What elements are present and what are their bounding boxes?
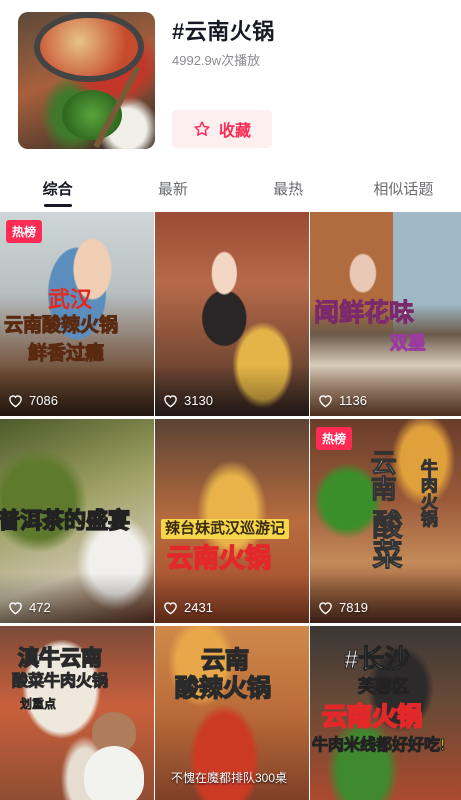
caption-line: 普洱茶的盛宴 <box>0 508 131 533</box>
caption-line: 云南 <box>367 449 398 502</box>
like-count: 1136 <box>318 393 367 408</box>
like-count-value: 1136 <box>339 393 367 408</box>
tab-bar: 综合 最新 最热 相似话题 <box>0 172 461 208</box>
video-card[interactable]: 闻鲜花味 双星 1136 <box>310 212 461 416</box>
play-count: 4992.9w次播放 <box>172 53 261 68</box>
caption-line: 芙蓉区 <box>358 677 410 696</box>
tab-similar-topics[interactable]: 相似话题 <box>346 172 461 208</box>
video-card[interactable]: 热榜 武汉 云南酸辣火锅 鲜香过瘾 7086 <box>0 212 154 416</box>
video-card[interactable]: 辣台妹武汉巡游记 云南火锅 2431 <box>155 419 309 623</box>
caption-line: 武汉 <box>48 287 93 312</box>
caption-line: 牛肉米线都好好吃! <box>311 737 446 755</box>
heart-icon <box>164 394 177 407</box>
tab-latest[interactable]: 最新 <box>115 172 230 208</box>
video-card[interactable]: #长沙 芙蓉区 云南火锅 牛肉米线都好好吃! <box>310 626 461 800</box>
like-count-value: 472 <box>29 600 51 615</box>
like-count: 3130 <box>163 393 213 408</box>
caption-line: 酸菜 <box>367 509 401 570</box>
caption-line: 辣台妹武汉巡游记 <box>161 519 290 539</box>
caption-line: 酸菜牛肉火锅 <box>11 673 109 691</box>
video-card[interactable]: 普洱茶的盛宴 472 <box>0 419 154 623</box>
heart-icon <box>319 394 332 407</box>
caption-line: 划重点 <box>20 697 57 711</box>
hot-list-badge: 热榜 <box>6 220 43 243</box>
caption-line: 牛肉火锅 <box>417 459 437 528</box>
heart-icon <box>9 394 22 407</box>
like-count-value: 7819 <box>339 600 368 615</box>
caption-line: 双星 <box>390 333 427 353</box>
caption-line: 云南 <box>200 647 250 674</box>
video-card[interactable]: 热榜 云南 酸菜 牛肉火锅 7819 <box>310 419 461 623</box>
favorite-label: 收藏 <box>218 123 251 140</box>
tab-hottest[interactable]: 最热 <box>231 172 346 208</box>
heart-icon <box>164 601 177 614</box>
heart-icon <box>9 601 22 614</box>
star-icon <box>193 120 211 138</box>
caption-line: #长沙 <box>343 644 411 674</box>
like-count: 7819 <box>318 600 368 615</box>
like-count: 472 <box>8 600 51 615</box>
heart-icon <box>319 601 332 614</box>
person-figure <box>84 746 144 800</box>
caption-line: 鲜香过瘾 <box>27 343 105 364</box>
like-count-value: 3130 <box>184 393 213 408</box>
caption-line: 滇牛云南 <box>17 647 103 671</box>
caption-line: 云南酸辣火锅 <box>3 315 119 336</box>
video-card[interactable]: 云南 酸辣火锅 不愧在魔都排队300桌 <box>155 626 309 800</box>
caption-line: 酸辣火锅 <box>174 675 272 702</box>
caption-line: 云南火锅 <box>321 703 423 732</box>
caption-line: 闻鲜花味 <box>313 299 415 327</box>
topic-title: #云南火锅 <box>172 19 275 44</box>
caption-line: 云南火锅 <box>166 543 272 573</box>
like-count-value: 2431 <box>184 600 213 615</box>
video-card[interactable]: 滇牛云南 酸菜牛肉火锅 划重点 <box>0 626 154 800</box>
caption-line: 不愧在魔都排队300桌 <box>171 771 288 785</box>
favorite-button[interactable]: 收藏 <box>172 110 272 148</box>
topic-cover-image <box>18 12 155 149</box>
topic-header: #云南火锅 4992.9w次播放 收藏 <box>0 0 461 165</box>
like-count: 7086 <box>8 393 58 408</box>
video-grid: 热榜 武汉 云南酸辣火锅 鲜香过瘾 7086 3130 闻鲜花味 双星 1136… <box>0 212 461 800</box>
like-count: 2431 <box>163 600 213 615</box>
hot-list-badge: 热榜 <box>316 427 353 450</box>
video-card[interactable]: 3130 <box>155 212 309 416</box>
like-count-value: 7086 <box>29 393 58 408</box>
tab-comprehensive[interactable]: 综合 <box>0 172 115 208</box>
